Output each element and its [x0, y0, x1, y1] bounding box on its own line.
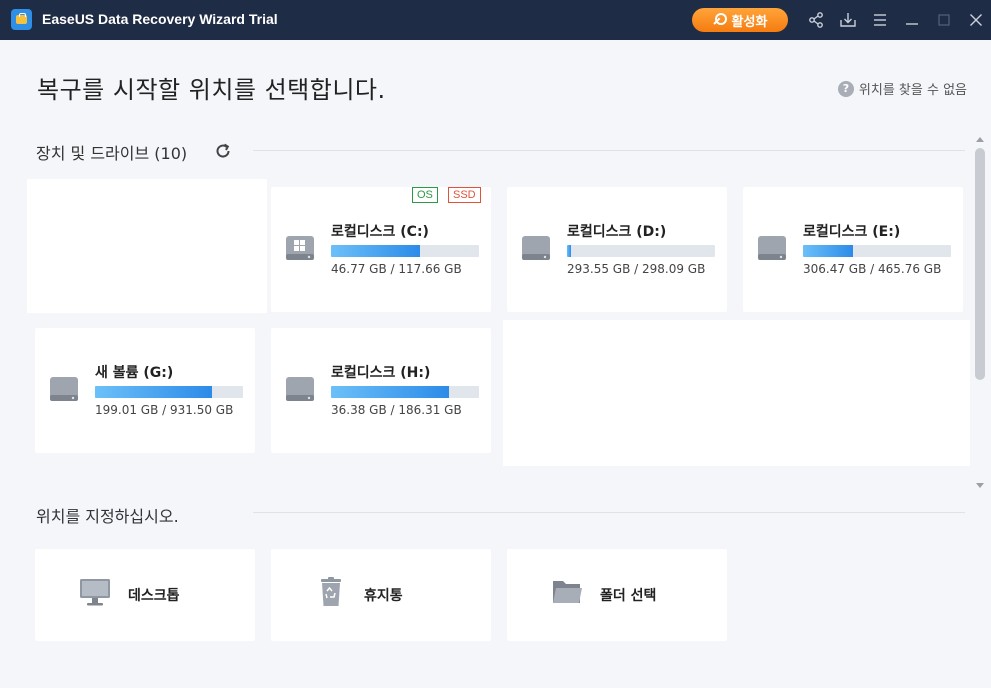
blank-panel	[503, 320, 970, 466]
scroll-down-arrow-icon[interactable]	[976, 483, 984, 488]
title-bar: EaseUS Data Recovery Wizard Trial 활성화	[0, 0, 991, 40]
drive-name: 로컬디스크 (D:)	[567, 224, 667, 240]
blank-panel	[27, 179, 267, 313]
drive-usage-fill	[331, 245, 420, 257]
drive-card-e[interactable]: 로컬디스크 (E:) 306.47 GB / 465.76 GB	[743, 187, 963, 312]
location-desktop[interactable]: 데스크톱	[35, 549, 255, 641]
devices-section-divider	[253, 150, 965, 151]
drive-size: 306.47 GB / 465.76 GB	[803, 262, 942, 276]
download-icon[interactable]	[839, 11, 857, 29]
drive-name: 로컬디스크 (E:)	[803, 224, 901, 240]
hard-drive-icon	[285, 375, 315, 403]
devices-section-title: 장치 및 드라이브 (10)	[36, 144, 188, 163]
hard-drive-icon	[521, 234, 551, 262]
drive-usage-fill	[803, 245, 854, 257]
activate-button[interactable]: 활성화	[692, 8, 788, 32]
drive-usage-bar	[567, 245, 715, 257]
locations-section-title: 위치를 지정하십시오.	[36, 507, 179, 526]
drive-card-h[interactable]: 로컬디스크 (H:) 36.38 GB / 186.31 GB	[271, 328, 491, 453]
drive-usage-fill	[331, 386, 450, 398]
device-list-scrollbar[interactable]	[974, 135, 986, 490]
folder-icon	[551, 577, 583, 607]
drive-name: 로컬디스크 (H:)	[331, 365, 431, 381]
windows-drive-icon	[285, 234, 315, 262]
minimize-icon[interactable]	[903, 11, 921, 29]
drive-usage-bar	[331, 245, 479, 257]
app-logo-icon	[11, 9, 32, 30]
cannot-find-location-link[interactable]: ? 위치를 찾을 수 없음	[837, 79, 967, 98]
locations-section-divider	[253, 512, 965, 513]
drive-size: 199.01 GB / 931.50 GB	[95, 403, 234, 417]
drive-name: 새 볼륨 (G:)	[95, 365, 174, 381]
recycle-bin-icon	[315, 577, 347, 607]
hard-drive-icon	[49, 375, 79, 403]
help-icon: ?	[837, 80, 854, 97]
page-title: 복구를 시작할 위치를 선택합니다.	[37, 76, 386, 104]
drive-name: 로컬디스크 (C:)	[331, 224, 429, 240]
key-icon	[713, 13, 727, 27]
drive-card-g[interactable]: 새 볼륨 (G:) 199.01 GB / 931.50 GB	[35, 328, 255, 453]
drive-usage-bar	[331, 386, 479, 398]
drive-usage-fill	[95, 386, 212, 398]
location-label: 폴더 선택	[600, 588, 657, 604]
refresh-icon[interactable]	[213, 141, 233, 161]
desktop-icon	[79, 577, 111, 607]
scroll-up-arrow-icon[interactable]	[976, 137, 984, 142]
drive-size: 293.55 GB / 298.09 GB	[567, 262, 706, 276]
share-icon[interactable]	[807, 11, 825, 29]
location-label: 휴지통	[364, 588, 403, 604]
drive-size: 36.38 GB / 186.31 GB	[331, 403, 462, 417]
activate-label: 활성화	[731, 14, 768, 30]
scroll-thumb[interactable]	[975, 148, 985, 380]
maximize-icon[interactable]	[935, 11, 953, 29]
close-icon[interactable]	[967, 11, 985, 29]
drive-size: 46.77 GB / 117.66 GB	[331, 262, 462, 276]
hard-drive-icon	[757, 234, 787, 262]
drive-usage-bar	[95, 386, 243, 398]
os-tag: OS	[412, 187, 438, 203]
app-title: EaseUS Data Recovery Wizard Trial	[42, 11, 278, 27]
ssd-tag: SSD	[448, 187, 481, 203]
drive-usage-fill	[567, 245, 572, 257]
menu-icon[interactable]	[871, 11, 889, 29]
help-link-label: 위치를 찾을 수 없음	[858, 83, 967, 98]
drive-card-d[interactable]: 로컬디스크 (D:) 293.55 GB / 298.09 GB	[507, 187, 727, 312]
drive-card-c[interactable]: OS SSD 로컬디스크 (C:) 46.77 GB / 117.66 GB	[271, 187, 491, 312]
location-recycle-bin[interactable]: 휴지통	[271, 549, 491, 641]
location-label: 데스크톱	[128, 588, 180, 604]
location-select-folder[interactable]: 폴더 선택	[507, 549, 727, 641]
drive-usage-bar	[803, 245, 951, 257]
